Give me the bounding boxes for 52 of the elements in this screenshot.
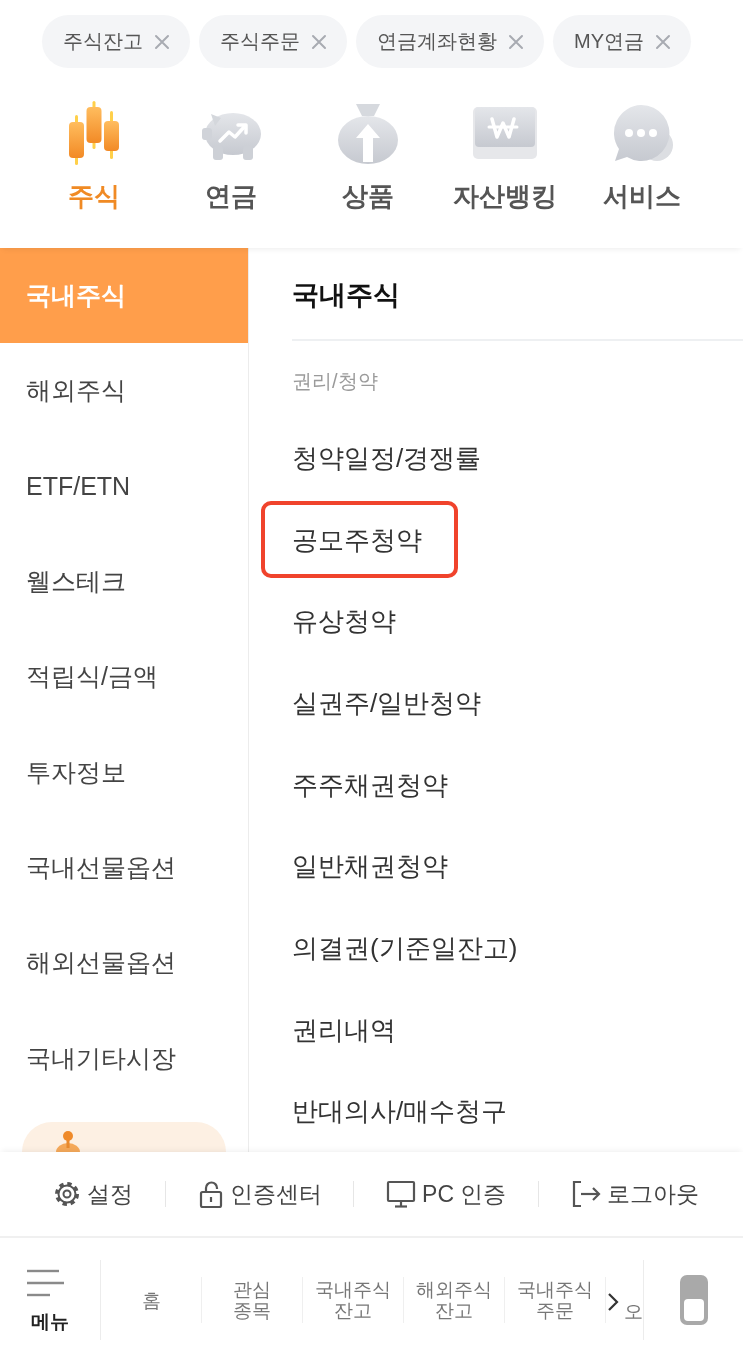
menu-link[interactable]: 공모주청약	[292, 522, 422, 557]
padlock-icon	[197, 1180, 224, 1208]
sidebar-item[interactable]: 해외선물옵션	[0, 915, 248, 1011]
sidebar-item[interactable]: 적립식/금액	[0, 629, 248, 725]
banknote-icon	[472, 105, 537, 161]
monitor-icon	[386, 1180, 417, 1208]
footer-link[interactable]: 설정	[53, 1178, 133, 1210]
category-tab[interactable]: 상품	[299, 98, 436, 248]
menu-link[interactable]: 권리내역	[292, 1012, 396, 1047]
menu-link[interactable]: 반대의사/매수청구	[292, 1094, 508, 1129]
footer-link[interactable]: 인증센터	[197, 1178, 322, 1210]
close-icon[interactable]	[655, 33, 671, 50]
menu-link[interactable]: 일반채권청약	[292, 849, 448, 884]
footer-link[interactable]: 로그아웃	[570, 1178, 699, 1210]
menu-link[interactable]: 주주채권청약	[292, 767, 448, 802]
menu-link[interactable]: 청약일정/경쟁률	[292, 440, 482, 475]
nav-item[interactable]: 오	[606, 1278, 643, 1322]
close-icon[interactable]	[508, 33, 524, 50]
logout-icon	[570, 1180, 601, 1208]
menu-link[interactable]: 실권주/일반청약	[292, 685, 482, 720]
gear-icon	[53, 1180, 81, 1208]
panel-title: 국내주식	[292, 248, 743, 341]
menu-link[interactable]: 의결권(기준일잔고)	[292, 930, 518, 965]
nav-item[interactable]: 해외주식 잔고	[404, 1279, 504, 1321]
sidebar-item[interactable]: 국내기타시장	[0, 1010, 248, 1106]
sidebar-item[interactable]: 투자정보	[0, 724, 248, 820]
quick-tab[interactable]: 주식주문	[199, 15, 347, 68]
menu-link[interactable]: 유상청약	[292, 604, 396, 639]
quick-tab[interactable]: 주식잔고	[42, 15, 190, 68]
nav-item[interactable]: 홈	[101, 1289, 201, 1311]
category-tab[interactable]: 자산뱅킹	[436, 98, 573, 248]
quick-tab[interactable]: MY연금	[553, 15, 691, 68]
joystick-icon	[54, 1129, 82, 1152]
close-icon[interactable]	[311, 33, 327, 50]
close-icon[interactable]	[154, 33, 170, 50]
nav-item[interactable]: 국내주식 주문	[505, 1279, 605, 1321]
toggle-icon[interactable]	[679, 1275, 708, 1325]
category-tab[interactable]: 서비스	[573, 98, 710, 248]
sidebar-item[interactable]: 해외주식	[0, 343, 248, 439]
quick-tab[interactable]: 연금계좌현황	[356, 15, 544, 68]
footer-link[interactable]: PC 인증	[386, 1178, 507, 1210]
nav-item[interactable]: 국내주식 잔고	[303, 1279, 403, 1321]
chevron-right-icon[interactable]	[607, 1292, 619, 1312]
section-label: 권리/청약	[292, 369, 379, 394]
nav-item[interactable]: 관심 종목	[202, 1279, 302, 1321]
sidebar-item[interactable]: 국내선물옵션	[0, 819, 248, 916]
sidebar-item[interactable]: 웰스테크	[0, 533, 248, 630]
menu-icon	[25, 1269, 65, 1297]
category-tab[interactable]: 연금	[162, 98, 299, 248]
sidebar-item[interactable]: ETF/ETN	[0, 438, 248, 534]
money-bag-icon	[337, 102, 398, 164]
menu-button[interactable]: 메뉴	[0, 1250, 100, 1350]
